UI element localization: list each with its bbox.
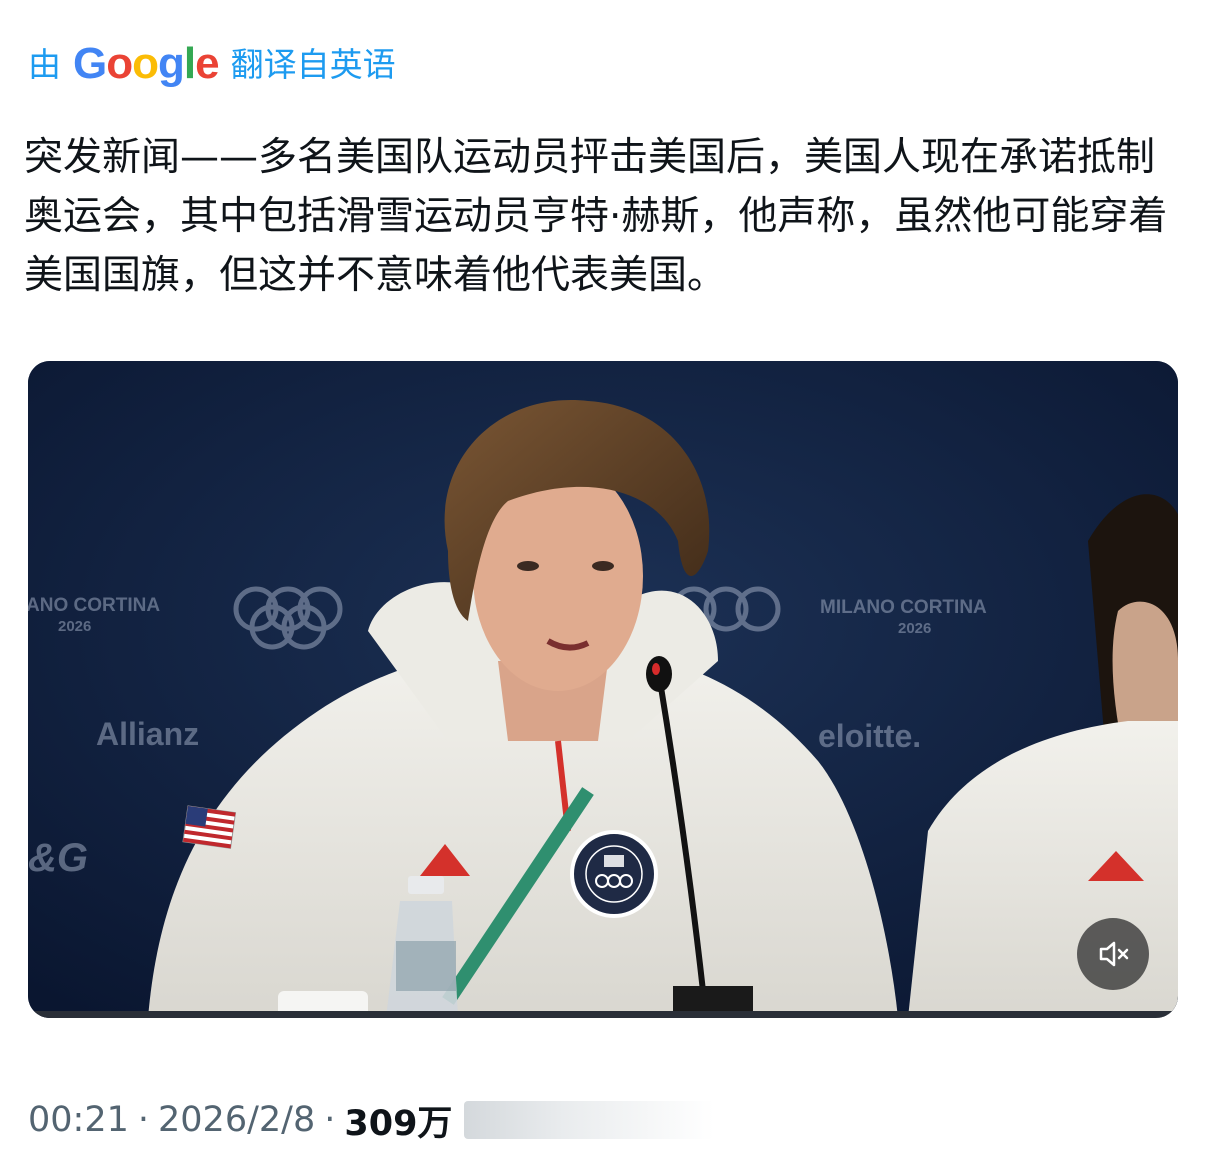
backdrop-left-line1: ANO CORTINA <box>28 595 160 616</box>
sponsor-allianz: Allianz <box>96 716 199 752</box>
views-label-obscured <box>464 1101 715 1139</box>
sponsor-pg: &G <box>28 836 88 880</box>
translate-prefix: 由 <box>28 44 61 84</box>
video-frame: ANO CORTINA 2026 MILANO CORTINA 2026 All… <box>28 361 1178 1018</box>
video-time: 00:21 <box>28 1100 129 1140</box>
tweet-meta: 00:21 · 2026/2/8 · 309万 <box>28 1095 715 1146</box>
post-date[interactable]: 2026/2/8 <box>158 1100 315 1140</box>
translate-bar[interactable]: 由 Google 翻译自英语 <box>28 38 396 90</box>
mute-button[interactable] <box>1077 918 1149 990</box>
us-flag-patch <box>182 805 237 849</box>
sponsor-deloitte: eloitte. <box>818 718 921 754</box>
meta-separator: · <box>137 1100 150 1140</box>
google-logo: Google <box>73 39 220 88</box>
view-count[interactable]: 309万 <box>344 1095 452 1146</box>
translate-suffix[interactable]: 翻译自英语 <box>231 48 396 81</box>
tweet-text: 突发新闻——多名美国队运动员抨击美国后，美国人现在承诺抵制奥运会，其中包括滑雪运… <box>24 135 1168 298</box>
speaker-muted-icon <box>1099 941 1129 967</box>
usa-team-badge <box>570 830 658 918</box>
backdrop-right-line2: 2026 <box>898 620 931 637</box>
backdrop-right-line1: MILANO CORTINA <box>820 597 987 618</box>
backdrop-left-line2: 2026 <box>58 618 91 635</box>
video-player[interactable]: ANO CORTINA 2026 MILANO CORTINA 2026 All… <box>28 361 1178 1018</box>
meta-separator: · <box>324 1100 336 1140</box>
